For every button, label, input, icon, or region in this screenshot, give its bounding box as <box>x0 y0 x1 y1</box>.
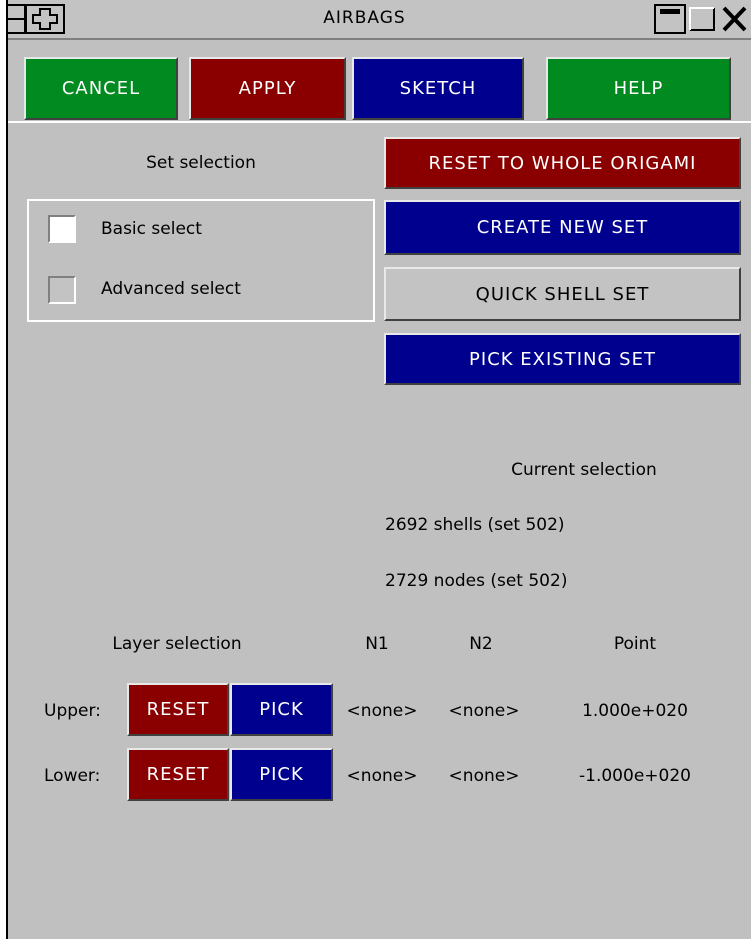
n1-column-header: N1 <box>365 634 389 654</box>
title-bar: AIRBAGS <box>8 0 751 40</box>
reset-whole-origami-button[interactable]: RESET TO WHOLE ORIGAMI <box>384 137 741 189</box>
close-icon[interactable] <box>718 4 751 34</box>
sketch-button[interactable]: SKETCH <box>352 57 524 120</box>
set-selection-heading: Set selection <box>146 153 256 173</box>
pin-cross-icon[interactable] <box>25 4 65 34</box>
shells-count: 2692 shells (set 502) <box>385 515 565 535</box>
pick-existing-set-button[interactable]: PICK EXISTING SET <box>384 333 741 385</box>
advanced-select-label: Advanced select <box>101 279 241 299</box>
current-selection-heading: Current selection <box>511 460 657 480</box>
lower-pick-button[interactable]: PICK <box>230 748 333 801</box>
create-new-set-button[interactable]: CREATE NEW SET <box>384 200 741 255</box>
basic-select-checkbox[interactable] <box>48 215 76 243</box>
upper-pick-button[interactable]: PICK <box>230 683 333 736</box>
lower-reset-button[interactable]: RESET <box>127 748 229 801</box>
apply-button[interactable]: APPLY <box>189 57 346 120</box>
basic-select-label: Basic select <box>101 219 202 239</box>
quick-shell-set-button[interactable]: QUICK SHELL SET <box>384 267 741 321</box>
lower-row-label: Lower: <box>44 766 101 786</box>
help-button[interactable]: HELP <box>546 57 731 120</box>
window-title: AIRBAGS <box>323 8 406 28</box>
lower-n1-value: <none> <box>346 766 418 786</box>
cancel-button[interactable]: CANCEL <box>24 57 178 120</box>
upper-point-value: 1.000e+020 <box>582 701 688 721</box>
set-selection-frame <box>27 199 375 322</box>
upper-row-label: Upper: <box>44 701 101 721</box>
upper-n2-value: <none> <box>448 701 520 721</box>
minimize-dash-icon[interactable] <box>8 4 26 34</box>
upper-n1-value: <none> <box>346 701 418 721</box>
lower-n2-value: <none> <box>448 766 520 786</box>
advanced-select-checkbox[interactable] <box>48 276 76 304</box>
n2-column-header: N2 <box>469 634 493 654</box>
lower-point-value: -1.000e+020 <box>579 766 691 786</box>
minimize-icon[interactable] <box>654 4 686 34</box>
upper-reset-button[interactable]: RESET <box>127 683 229 736</box>
point-column-header: Point <box>613 634 657 654</box>
airbags-window: AIRBAGS CANCEL APPLY SKETCH HELP Set sel… <box>6 0 751 939</box>
layer-selection-heading: Layer selection <box>112 634 242 654</box>
maximize-icon[interactable] <box>686 4 718 34</box>
toolbar-divider <box>8 121 751 123</box>
nodes-count: 2729 nodes (set 502) <box>385 571 568 591</box>
